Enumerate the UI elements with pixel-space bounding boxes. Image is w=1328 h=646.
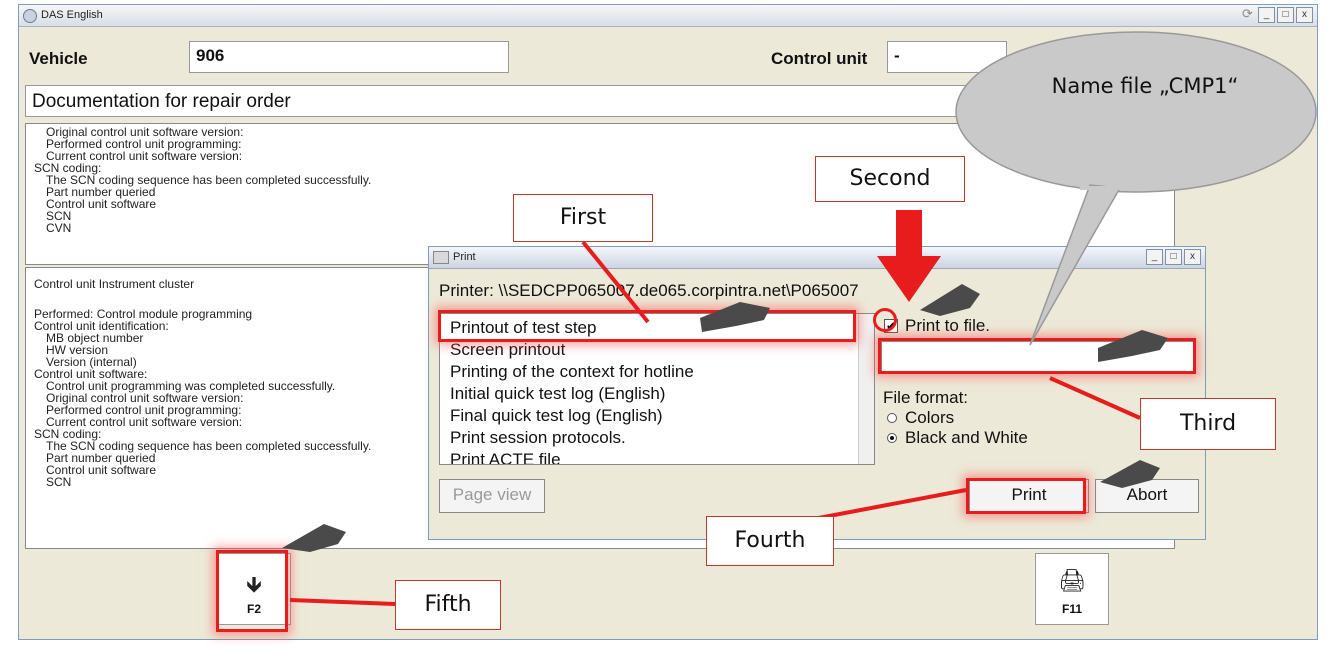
speech-bubble-tail bbox=[1029, 184, 1122, 346]
callout-fifth: Fifth bbox=[395, 580, 501, 630]
callout-first: First bbox=[513, 194, 653, 242]
leader-fifth bbox=[289, 598, 396, 606]
pointing-hand-icon bbox=[1100, 460, 1160, 488]
arrow-second-head bbox=[877, 256, 941, 302]
callout-third: Third bbox=[1140, 398, 1276, 450]
callout-name-file: Name file „CMP1“ bbox=[1051, 74, 1239, 98]
pointing-hand-icon bbox=[700, 302, 770, 332]
pointing-hand-icon bbox=[920, 284, 980, 316]
pointing-hand-icon bbox=[282, 524, 346, 552]
speech-bubble bbox=[955, 31, 1317, 193]
leader-first bbox=[581, 240, 650, 324]
arrow-second-shaft bbox=[896, 210, 922, 256]
pointer-hands bbox=[282, 284, 1168, 552]
callout-fourth: Fourth bbox=[706, 516, 834, 566]
pointing-hand-icon bbox=[1098, 330, 1168, 362]
leader-third bbox=[1049, 376, 1141, 420]
callout-second: Second bbox=[815, 156, 965, 202]
